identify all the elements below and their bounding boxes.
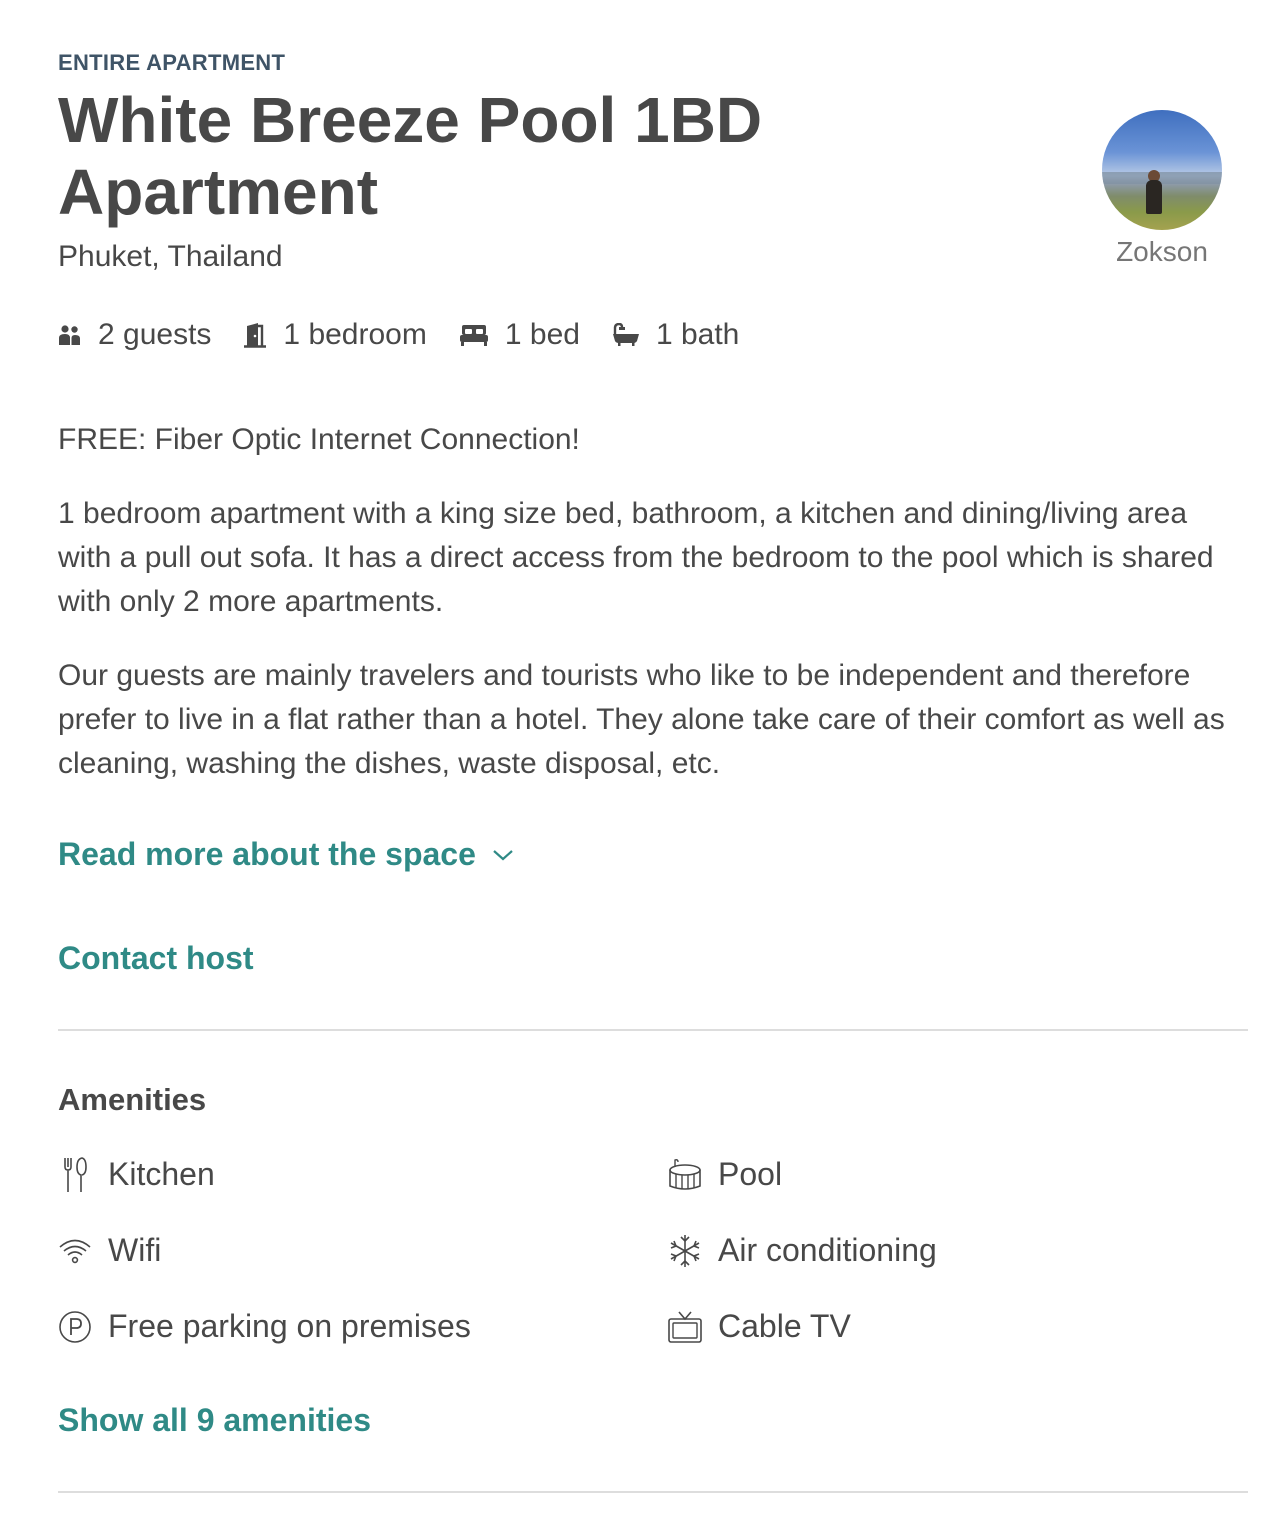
read-more-label[interactable]: Read more about the space (58, 836, 476, 873)
fact-beds-label: 1 bed (504, 318, 580, 351)
host-avatar[interactable] (1102, 110, 1222, 230)
snowflake-icon (668, 1233, 702, 1269)
amenity-label: Pool (718, 1156, 783, 1192)
tv-icon (668, 1309, 702, 1345)
listing-type-label: ENTIRE APARTMENT (58, 50, 286, 75)
divider (58, 1029, 1248, 1031)
fact-baths-label: 1 bath (655, 318, 740, 351)
description-paragraph-2: 1 bedroom apartment with a king size bed… (58, 497, 1214, 618)
amenity-air-conditioning: Air conditioning (668, 1232, 937, 1269)
bed-icon (459, 325, 488, 346)
amenity-cable-tv: Cable TV (668, 1308, 851, 1345)
fact-guests-label: 2 guests (98, 318, 212, 351)
bathtub-icon (612, 323, 639, 346)
host-name[interactable]: Zokson (1102, 236, 1222, 268)
amenity-label: Air conditioning (718, 1232, 937, 1268)
description-paragraph-1: FREE: Fiber Optic Internet Connection! (58, 423, 580, 456)
listing-facts: 2 guests 1 bedroom 1 bed 1 bath (58, 318, 771, 352)
fact-beds: 1 bed (459, 318, 580, 352)
kitchen-icon (58, 1156, 92, 1193)
description-paragraph-3: Our guests are mainly travelers and tour… (58, 659, 1225, 780)
show-all-amenities-link[interactable]: Show all 9 amenities (58, 1402, 371, 1439)
amenity-label: Kitchen (108, 1156, 215, 1192)
fact-bedrooms-label: 1 bedroom (283, 318, 427, 351)
pool-icon (668, 1157, 702, 1193)
parking-icon (58, 1309, 92, 1345)
amenity-pool: Pool (668, 1156, 782, 1193)
listing-title: White Breeze Pool 1BD Apartment (58, 84, 763, 228)
amenity-label: Wifi (108, 1232, 162, 1268)
guests-icon (59, 325, 80, 345)
listing-location: Phuket, Thailand (58, 240, 283, 273)
amenity-wifi: Wifi (58, 1232, 161, 1269)
contact-host-link[interactable]: Contact host (58, 940, 254, 977)
host-profile[interactable]: Zokson (1102, 110, 1222, 268)
read-more-link[interactable]: Read more about the space (58, 836, 514, 873)
chevron-down-icon[interactable] (492, 848, 514, 862)
amenities-heading: Amenities (58, 1082, 207, 1117)
amenity-parking: Free parking on premises (58, 1308, 471, 1345)
amenity-label: Free parking on premises (108, 1308, 471, 1344)
door-icon (244, 323, 267, 348)
wifi-icon (58, 1233, 92, 1269)
divider (58, 1491, 1248, 1493)
fact-baths: 1 bath (612, 318, 739, 352)
fact-guests: 2 guests (58, 318, 211, 352)
fact-bedrooms: 1 bedroom (243, 318, 427, 352)
amenity-kitchen: Kitchen (58, 1156, 215, 1193)
amenity-label: Cable TV (718, 1308, 851, 1344)
